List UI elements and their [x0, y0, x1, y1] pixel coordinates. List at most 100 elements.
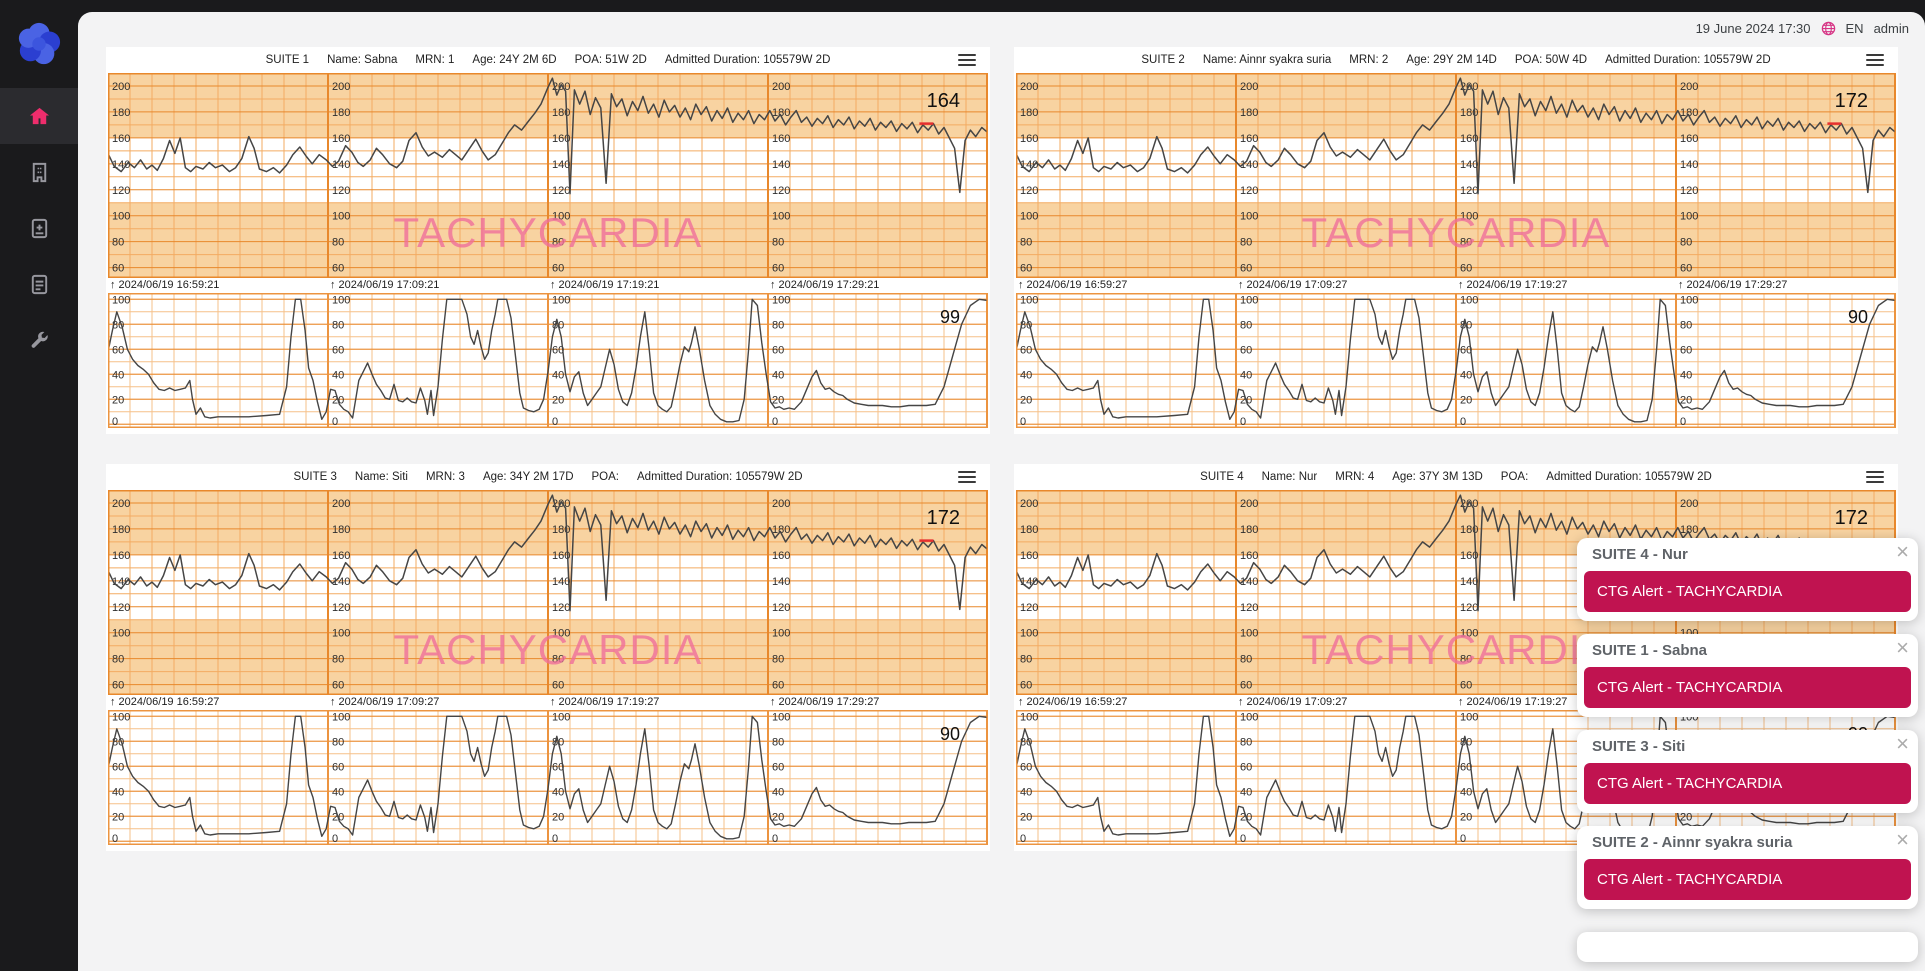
svg-text:140: 140 [772, 576, 790, 588]
svg-text:160: 160 [1020, 133, 1038, 145]
home-icon [28, 105, 51, 128]
alert-title: SUITE 3 - Siti [1592, 738, 1685, 755]
svg-text:140: 140 [552, 159, 570, 171]
up-arrow-icon: ↑ [110, 696, 116, 708]
svg-text:80: 80 [332, 736, 344, 748]
svg-text:0: 0 [112, 416, 118, 428]
svg-text:40: 40 [772, 786, 784, 798]
up-arrow-icon: ↑ [330, 696, 336, 708]
svg-text:100: 100 [1240, 294, 1258, 306]
fhr-current-value: 172 [1835, 90, 1868, 112]
toco-chart: 0204060801000204060801000204060801000204… [108, 293, 988, 428]
svg-text:100: 100 [552, 294, 570, 306]
timestamp-label: ↑2024/06/19 16:59:27 [1018, 279, 1127, 291]
logo-icon [16, 21, 62, 67]
svg-text:200: 200 [1240, 81, 1258, 93]
svg-text:60: 60 [332, 344, 344, 356]
svg-text:100: 100 [332, 294, 350, 306]
admitted-duration: Admitted Duration: 105579W 2D [1546, 471, 1712, 483]
sidebar-item-admission[interactable] [0, 200, 78, 256]
sidebar [0, 0, 78, 971]
svg-text:20: 20 [112, 394, 124, 406]
patient-name: Name: Ainnr syakra suria [1203, 54, 1331, 66]
sidebar-item-home[interactable] [0, 88, 78, 144]
patient-name: Name: Siti [355, 471, 408, 483]
svg-text:80: 80 [1240, 654, 1252, 666]
patient-mrn: MRN: 4 [1335, 471, 1374, 483]
close-icon[interactable]: × [1896, 829, 1909, 851]
alert-message: CTG Alert - TACHYCARDIA [1584, 667, 1911, 708]
svg-text:100: 100 [112, 711, 130, 723]
svg-text:20: 20 [772, 811, 784, 823]
svg-text:40: 40 [112, 786, 124, 798]
timestamp-label: ↑2024/06/19 16:59:27 [1018, 696, 1127, 708]
alert-header: SUITE 2 - Ainnr syakra suria × [1577, 826, 1918, 857]
svg-text:60: 60 [112, 761, 124, 773]
admitted-duration: Admitted Duration: 105579W 2D [1605, 54, 1771, 66]
timestamp-label: ↑2024/06/19 17:29:21 [770, 279, 879, 291]
timestamp-label: ↑2024/06/19 17:09:27 [330, 696, 439, 708]
suite-menu-button[interactable] [958, 469, 976, 485]
svg-text:0: 0 [552, 416, 558, 428]
suite-menu-button[interactable] [1866, 469, 1884, 485]
user-menu[interactable]: admin [1874, 21, 1909, 36]
svg-text:40: 40 [112, 369, 124, 381]
timestamp-label: ↑2024/06/19 17:29:27 [1678, 279, 1787, 291]
svg-text:120: 120 [112, 185, 130, 197]
patient-age: Age: 37Y 3M 13D [1392, 471, 1483, 483]
svg-text:0: 0 [112, 833, 118, 845]
svg-text:80: 80 [1240, 319, 1252, 331]
close-icon[interactable]: × [1896, 733, 1909, 755]
timestamp-label: ↑2024/06/19 17:19:27 [1458, 696, 1567, 708]
svg-text:160: 160 [1240, 550, 1258, 562]
svg-text:0: 0 [1460, 416, 1466, 428]
svg-text:180: 180 [332, 107, 350, 119]
svg-text:60: 60 [552, 263, 564, 275]
up-arrow-icon: ↑ [1458, 696, 1464, 708]
svg-text:180: 180 [112, 107, 130, 119]
sidebar-item-records[interactable] [0, 256, 78, 312]
suite-meta: SUITE 1 Name: Sabna MRN: 1 Age: 24Y 2M 6… [266, 54, 831, 66]
datetime-label: 19 June 2024 17:30 [1696, 21, 1811, 36]
suite-card: SUITE 3 Name: Siti MRN: 3 Age: 34Y 2M 17… [106, 464, 990, 851]
sidebar-item-settings[interactable] [0, 312, 78, 368]
svg-text:60: 60 [772, 263, 784, 275]
tachycardia-watermark: TACHYCARDIA [1302, 209, 1611, 256]
alert-title: SUITE 1 - Sabna [1592, 642, 1707, 659]
svg-text:200: 200 [332, 498, 350, 510]
language-selector[interactable]: EN [1846, 21, 1864, 36]
alert-message: CTG Alert - TACHYCARDIA [1584, 571, 1911, 612]
svg-text:80: 80 [1680, 319, 1692, 331]
svg-text:60: 60 [332, 761, 344, 773]
wrench-icon [28, 329, 51, 352]
admitted-duration: Admitted Duration: 105579W 2D [665, 54, 831, 66]
svg-text:160: 160 [1020, 550, 1038, 562]
svg-text:0: 0 [1240, 833, 1246, 845]
svg-text:120: 120 [1240, 602, 1258, 614]
fhr-current-value: 172 [927, 507, 960, 529]
alert-toast: SUITE 4 - Nur × CTG Alert - TACHYCARDIA [1577, 538, 1918, 621]
svg-text:0: 0 [1020, 416, 1026, 428]
alert-toast: SUITE 2 - Ainnr syakra suria × CTG Alert… [1577, 826, 1918, 909]
svg-text:20: 20 [1020, 811, 1032, 823]
timestamp-label: ↑2024/06/19 17:19:27 [1458, 279, 1567, 291]
hamburger-icon [958, 471, 976, 473]
suite-menu-button[interactable] [958, 52, 976, 68]
sidebar-item-facility[interactable] [0, 144, 78, 200]
fhr-chart: 6080100120140160180200608010012014016018… [108, 73, 988, 278]
suite-menu-button[interactable] [1866, 52, 1884, 68]
svg-text:100: 100 [772, 711, 790, 723]
svg-text:140: 140 [1020, 159, 1038, 171]
patient-age: Age: 29Y 2M 14D [1406, 54, 1497, 66]
svg-text:180: 180 [112, 524, 130, 536]
suite-header: SUITE 1 Name: Sabna MRN: 1 Age: 24Y 2M 6… [106, 47, 990, 73]
timestamp-label: ↑2024/06/19 17:09:27 [1238, 279, 1347, 291]
svg-text:60: 60 [1680, 263, 1692, 275]
svg-text:120: 120 [112, 602, 130, 614]
close-icon[interactable]: × [1896, 637, 1909, 659]
svg-text:60: 60 [1020, 344, 1032, 356]
close-icon[interactable]: × [1896, 541, 1909, 563]
up-arrow-icon: ↑ [550, 279, 556, 291]
app-logo[interactable] [0, 0, 78, 88]
svg-text:100: 100 [552, 711, 570, 723]
